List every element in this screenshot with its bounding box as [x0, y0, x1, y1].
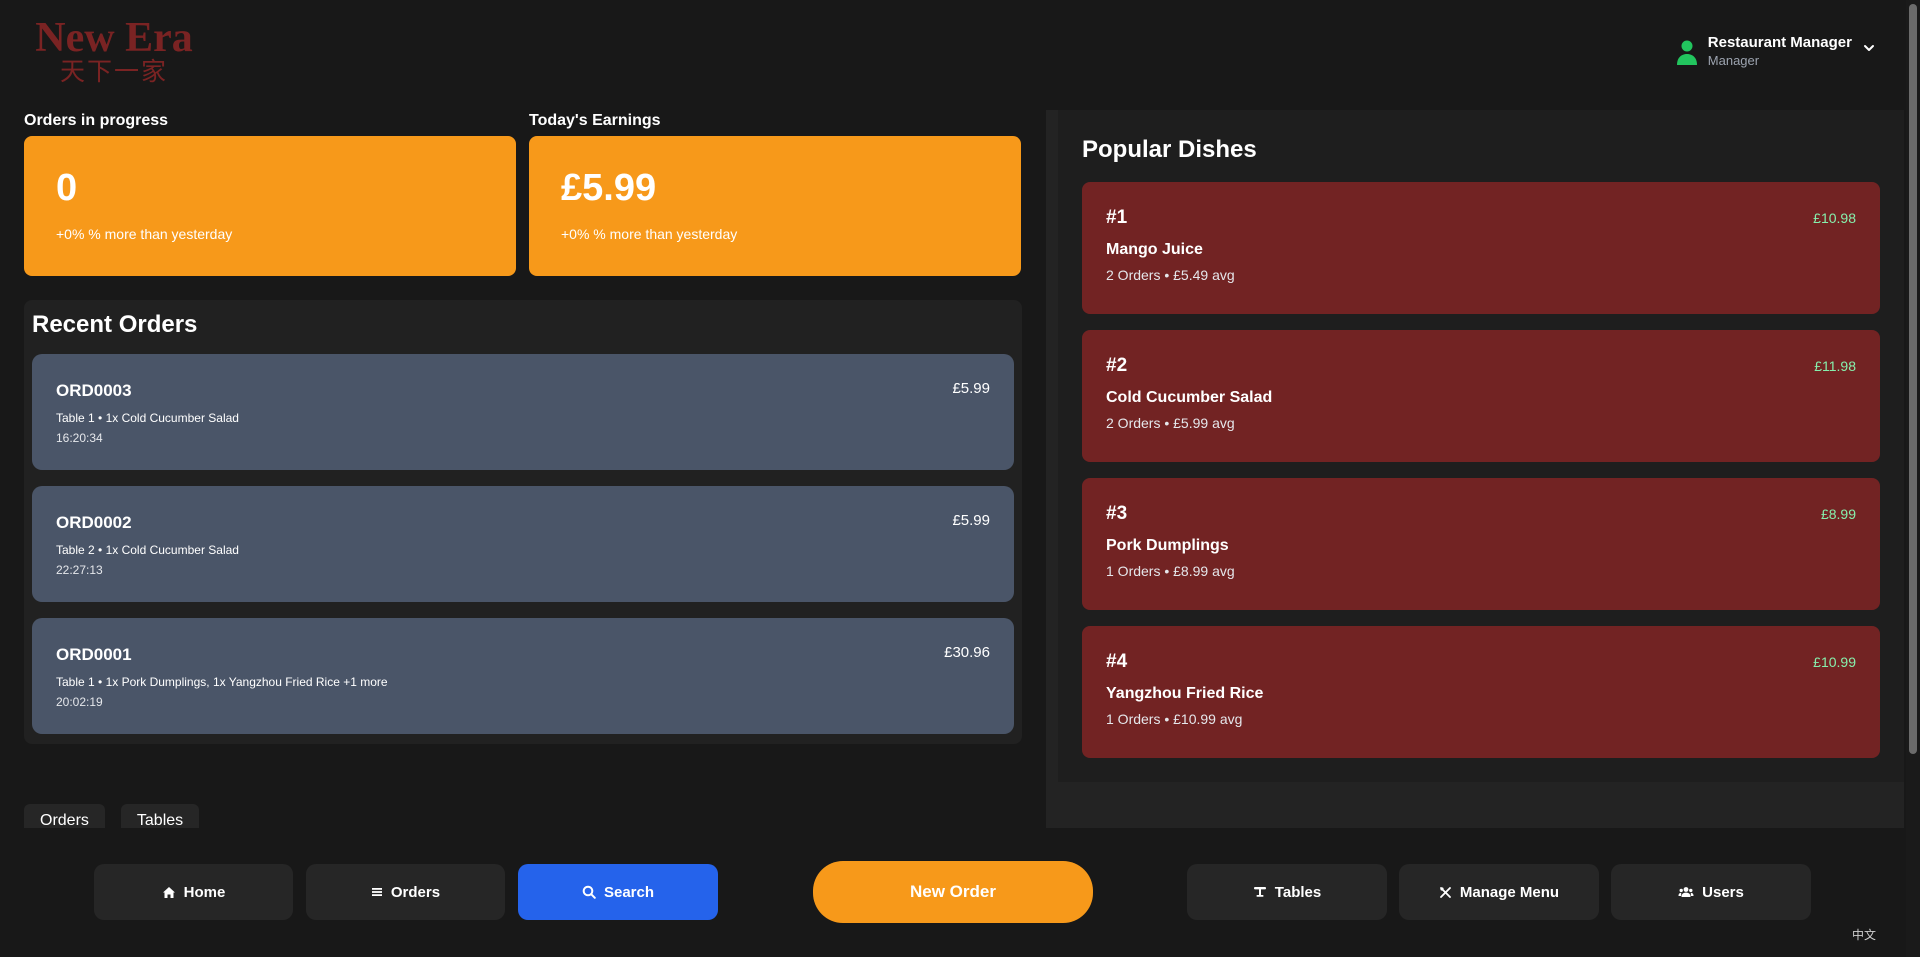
dashboard-left: Orders in progress 0 +0% % more than yes…: [24, 110, 1022, 744]
dish-rank: #3: [1106, 503, 1128, 524]
dish-stats: 1 Orders • £10.99 avg: [1106, 711, 1243, 727]
list-icon: [371, 888, 382, 896]
dish-name: Mango Juice: [1106, 241, 1203, 258]
tab-tables[interactable]: Tables: [120, 804, 200, 828]
order-time: 20:02:19: [56, 695, 103, 709]
stat-comparison: +0% % more than yesterday: [56, 226, 233, 242]
stat-comparison: +0% % more than yesterday: [561, 226, 738, 242]
stat-card: 0 +0% % more than yesterday: [24, 136, 516, 276]
dish-stats: 2 Orders • £5.49 avg: [1106, 267, 1235, 283]
dish-rank: #1: [1106, 207, 1128, 228]
language-toggle[interactable]: 中文: [1852, 926, 1876, 943]
users-icon: [1678, 887, 1694, 897]
order-card[interactable]: ORD0001 Table 1 • 1x Pork Dumplings, 1x …: [32, 618, 1014, 734]
brand-name-zh: 天下一家: [59, 57, 168, 86]
stat-orders-in-progress: Orders in progress 0 +0% % more than yes…: [24, 110, 516, 276]
stat-card: £5.99 +0% % more than yesterday: [529, 136, 1021, 276]
nav-users-label: Users: [1702, 883, 1744, 901]
dish-card[interactable]: #4 Yangzhou Fried Rice 1 Orders • £10.99…: [1082, 626, 1880, 758]
nav-search-button[interactable]: Search: [518, 864, 718, 920]
chevron-down-icon[interactable]: [1862, 41, 1876, 55]
utensils-icon: [1440, 886, 1451, 898]
popular-dishes-title: Popular Dishes: [1082, 136, 1257, 163]
dish-stats: 2 Orders • £5.99 avg: [1106, 415, 1235, 431]
dish-stats: 1 Orders • £8.99 avg: [1106, 563, 1235, 579]
stat-label: Today's Earnings: [529, 112, 661, 129]
dish-total: £11.98: [1814, 358, 1856, 374]
dish-card[interactable]: #3 Pork Dumplings 1 Orders • £8.99 avg £…: [1082, 478, 1880, 610]
order-card[interactable]: ORD0002 Table 2 • 1x Cold Cucumber Salad…: [32, 486, 1014, 602]
dish-total: £10.98: [1813, 210, 1856, 226]
dish-name: Cold Cucumber Salad: [1106, 389, 1273, 406]
stat-todays-earnings: Today's Earnings £5.99 +0% % more than y…: [529, 110, 1021, 276]
nav-search-label: Search: [603, 883, 655, 901]
dish-rank: #2: [1106, 355, 1128, 376]
brand-name-en: New Era: [35, 15, 193, 61]
nav-orders-label: Orders: [390, 883, 441, 901]
user-icon: [1674, 37, 1700, 67]
order-time: 22:27:13: [56, 563, 103, 577]
dish-name: Pork Dumplings: [1106, 537, 1229, 554]
order-id: ORD0003: [56, 381, 132, 400]
order-card[interactable]: ORD0003 Table 1 • 1x Cold Cucumber Salad…: [32, 354, 1014, 470]
nav-orders-button[interactable]: Orders: [306, 864, 505, 920]
dish-card[interactable]: #2 Cold Cucumber Salad 2 Orders • £5.99 …: [1082, 330, 1880, 462]
user-role: Manager: [1707, 53, 1760, 68]
section-tabs: Orders Tables: [24, 804, 200, 828]
nav-manage-menu-label: Manage Menu: [1459, 883, 1560, 901]
nav-manage-menu-button[interactable]: Manage Menu: [1399, 864, 1599, 920]
dish-rank: #4: [1106, 651, 1128, 672]
right-panel-footer: [1046, 782, 1904, 828]
nav-home-label: Home: [183, 883, 226, 901]
order-description: Table 1 • 1x Pork Dumplings, 1x Yangzhou…: [56, 675, 388, 689]
recent-orders-title: Recent Orders: [32, 311, 198, 338]
dish-name: Yangzhou Fried Rice: [1106, 685, 1264, 702]
dish-total: £10.99: [1813, 654, 1856, 670]
nav-tables-label: Tables: [1274, 883, 1322, 901]
order-time: 16:20:34: [56, 431, 103, 445]
dish-card[interactable]: #1 Mango Juice 2 Orders • £5.49 avg £10.…: [1082, 182, 1880, 314]
stat-value: £5.99: [561, 167, 657, 209]
bottom-nav: Home Orders Search New Order Tables Mana…: [0, 828, 1906, 957]
new-order-label: New Order: [910, 882, 996, 901]
new-order-button[interactable]: New Order: [813, 861, 1093, 923]
stats-row: Orders in progress 0 +0% % more than yes…: [24, 110, 1022, 276]
order-description: Table 1 • 1x Cold Cucumber Salad: [56, 411, 239, 425]
user-info: Restaurant Manager Manager: [1708, 34, 1852, 69]
nav-users-button[interactable]: Users: [1611, 864, 1811, 920]
tab-orders[interactable]: Orders: [24, 804, 105, 828]
scrollbar-thumb[interactable]: [1909, 4, 1917, 754]
order-id: ORD0001: [56, 645, 132, 664]
order-amount: £30.96: [944, 644, 990, 661]
home-icon: [162, 886, 175, 898]
order-amount: £5.99: [952, 512, 990, 529]
page-scrollbar[interactable]: [1906, 0, 1920, 957]
table-icon: [1253, 887, 1266, 897]
user-name: Restaurant Manager: [1707, 34, 1852, 51]
order-description: Table 2 • 1x Cold Cucumber Salad: [56, 543, 239, 557]
app-root: New Era 天下一家 Restaurant Manager Manager …: [0, 0, 1920, 957]
popular-dishes-panel: Popular Dishes #1 Mango Juice 2 Orders •…: [1058, 110, 1904, 782]
column-divider: [1046, 110, 1058, 828]
stat-value: 0: [56, 167, 78, 209]
nav-home-button[interactable]: Home: [94, 864, 293, 920]
dish-total: £8.99: [1820, 506, 1856, 522]
stat-label: Orders in progress: [24, 112, 169, 129]
user-menu[interactable]: Restaurant Manager Manager: [1674, 34, 1876, 69]
nav-tables-button[interactable]: Tables: [1187, 864, 1387, 920]
brand-logo[interactable]: New Era 天下一家: [34, 15, 194, 86]
recent-orders-panel: Recent Orders ORD0003 Table 1 • 1x Cold …: [24, 300, 1022, 744]
order-amount: £5.99: [952, 380, 990, 397]
order-id: ORD0002: [56, 513, 132, 532]
search-icon: [582, 885, 596, 899]
